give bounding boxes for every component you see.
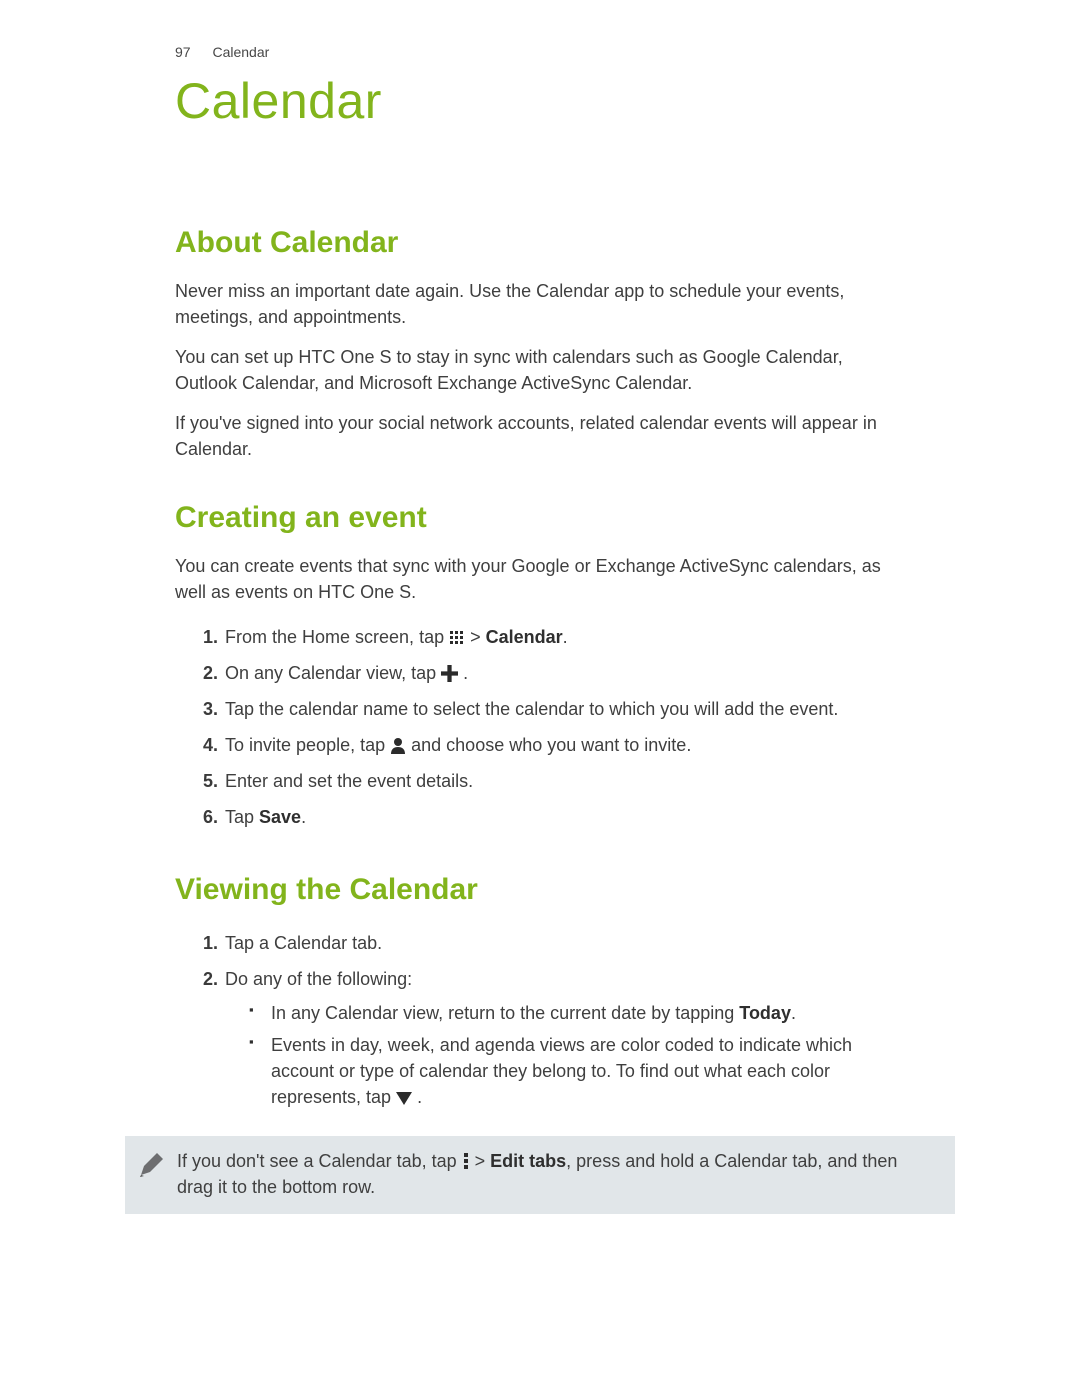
section-heading-creating: Creating an event bbox=[175, 501, 905, 535]
apps-grid-icon bbox=[449, 627, 470, 647]
page-number: 97 bbox=[175, 44, 191, 60]
creating-step-6: Tap Save. bbox=[223, 799, 905, 835]
step-text: From the Home screen, tap bbox=[225, 627, 449, 647]
step-text: Do any of the following: bbox=[225, 969, 412, 989]
creating-step-1: From the Home screen, tap > Calendar. bbox=[223, 619, 905, 655]
viewing-step-2: Do any of the following: In any Calendar… bbox=[223, 961, 905, 1117]
creating-intro: You can create events that sync with you… bbox=[175, 553, 905, 605]
section-heading-viewing: Viewing the Calendar bbox=[175, 873, 905, 907]
step-text: On any Calendar view, tap bbox=[225, 663, 441, 683]
step-text: Tap bbox=[225, 807, 259, 827]
note-box: If you don't see a Calendar tab, tap > E… bbox=[125, 1136, 955, 1214]
note-bold: Edit tabs bbox=[490, 1151, 566, 1171]
step-text: . bbox=[463, 663, 468, 683]
bullet-text: . bbox=[417, 1087, 422, 1107]
note-part: If you don't see a Calendar tab, tap bbox=[177, 1151, 462, 1171]
bullet-text: . bbox=[791, 1003, 796, 1023]
note-part: > bbox=[475, 1151, 491, 1171]
step-bold: Calendar bbox=[486, 627, 563, 647]
creating-steps: From the Home screen, tap > Calendar. On… bbox=[175, 619, 905, 836]
creating-step-5: Enter and set the event details. bbox=[223, 763, 905, 799]
step-text: . bbox=[301, 807, 306, 827]
pencil-icon bbox=[137, 1151, 171, 1186]
step-text: To invite people, tap bbox=[225, 735, 390, 755]
page-title: Calendar bbox=[175, 72, 905, 130]
step-text: . bbox=[563, 627, 568, 647]
dropdown-triangle-icon bbox=[396, 1087, 417, 1107]
viewing-bullet-2: Events in day, week, and agenda views ar… bbox=[271, 1029, 905, 1113]
creating-step-3: Tap the calendar name to select the cale… bbox=[223, 691, 905, 727]
viewing-sublist: In any Calendar view, return to the curr… bbox=[225, 997, 905, 1113]
section-heading-about: About Calendar bbox=[175, 226, 905, 260]
more-vertical-icon bbox=[462, 1151, 475, 1171]
plus-icon bbox=[441, 663, 463, 683]
document-page: 97 Calendar Calendar About Calendar Neve… bbox=[0, 0, 1080, 1397]
about-para-1: Never miss an important date again. Use … bbox=[175, 278, 905, 330]
bullet-bold: Today bbox=[739, 1003, 791, 1023]
step-text: and choose who you want to invite. bbox=[411, 735, 691, 755]
viewing-steps: Tap a Calendar tab. Do any of the follow… bbox=[175, 925, 905, 1118]
person-icon bbox=[390, 735, 411, 755]
viewing-bullet-1: In any Calendar view, return to the curr… bbox=[271, 997, 905, 1029]
step-bold: Save bbox=[259, 807, 301, 827]
about-para-2: You can set up HTC One S to stay in sync… bbox=[175, 344, 905, 396]
page-header: 97 Calendar bbox=[175, 44, 905, 60]
bullet-text: Events in day, week, and agenda views ar… bbox=[271, 1035, 852, 1107]
about-para-3: If you've signed into your social networ… bbox=[175, 410, 905, 462]
page-header-section: Calendar bbox=[212, 44, 269, 60]
bullet-text: In any Calendar view, return to the curr… bbox=[271, 1003, 739, 1023]
creating-step-4: To invite people, tap and choose who you… bbox=[223, 727, 905, 763]
viewing-step-1: Tap a Calendar tab. bbox=[223, 925, 905, 961]
step-text: > bbox=[470, 627, 486, 647]
note-text: If you don't see a Calendar tab, tap > E… bbox=[177, 1148, 929, 1200]
creating-step-2: On any Calendar view, tap . bbox=[223, 655, 905, 691]
